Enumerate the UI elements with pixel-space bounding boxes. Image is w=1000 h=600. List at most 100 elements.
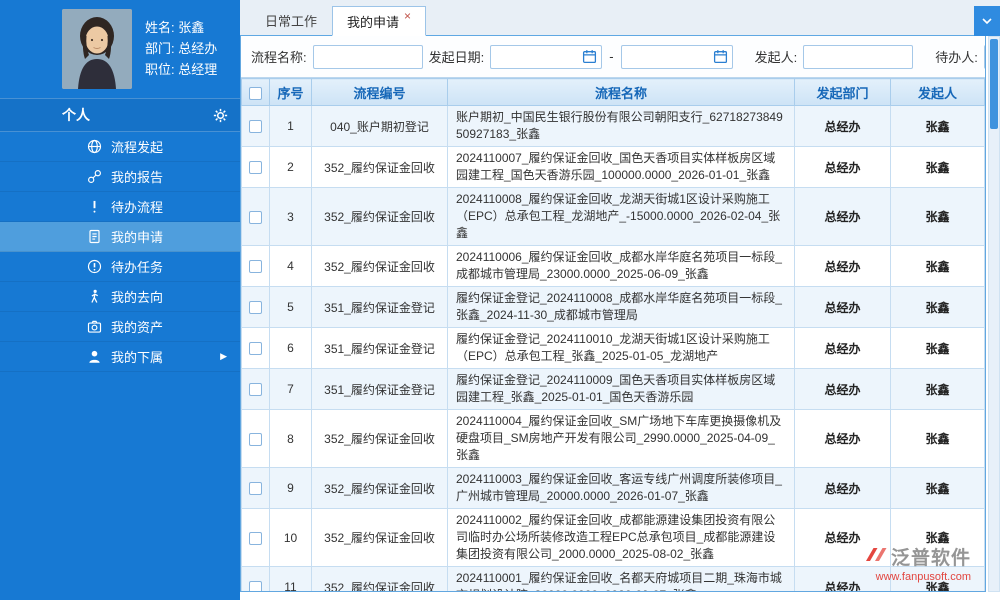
process-code: 352_履约保证金回收: [312, 246, 448, 287]
column-header: 流程编号: [312, 79, 448, 106]
tab-label: 日常工作: [265, 11, 317, 30]
sidebar-item-label: 我的去向: [111, 287, 163, 306]
calendar-icon[interactable]: [582, 49, 598, 65]
profile-name: 姓名: 张鑫: [145, 17, 217, 38]
initiator-label: 发起人:: [755, 47, 798, 66]
initiator: 张鑫: [891, 328, 985, 369]
table-row[interactable]: 4 352_履约保证金回收 2024110006_履约保证金回收_成都水岸华庭名…: [242, 246, 985, 287]
process-name: 2024110006_履约保证金回收_成都水岸华庭名苑项目一标段_成都城市管理局…: [448, 246, 795, 287]
row-checkbox[interactable]: [249, 581, 262, 591]
table-row[interactable]: 8 352_履约保证金回收 2024110004_履约保证金回收_SM广场地下车…: [242, 410, 985, 468]
table-row[interactable]: 11 352_履约保证金回收 2024110001_履约保证金回收_名都天府城项…: [242, 567, 985, 592]
content-body: 流程名称: 发起日期: -: [240, 36, 1000, 600]
tab-overflow-button[interactable]: [974, 6, 1000, 36]
tab-label: 我的申请: [347, 12, 399, 31]
row-number: 6: [270, 328, 312, 369]
content-panel: 流程名称: 发起日期: -: [240, 36, 986, 592]
assignee-input[interactable]: [984, 45, 985, 69]
gear-icon[interactable]: [213, 108, 228, 123]
sidebar-item[interactable]: 我的资产: [0, 312, 240, 342]
select-all-checkbox[interactable]: [249, 87, 262, 100]
row-checkbox[interactable]: [249, 260, 262, 273]
table-row[interactable]: 1 040_账户期初登记 账户期初_中国民生银行股份有限公司朝阳支行_62718…: [242, 106, 985, 147]
sidebar-section-personal[interactable]: 个人: [0, 98, 240, 132]
link-icon: [86, 169, 102, 185]
sidebar-item[interactable]: 我的报告: [0, 162, 240, 192]
row-number: 4: [270, 246, 312, 287]
initiator-input[interactable]: [803, 45, 913, 69]
row-checkbox[interactable]: [249, 532, 262, 545]
table-row[interactable]: 9 352_履约保证金回收 2024110003_履约保证金回收_客运专线广州调…: [242, 468, 985, 509]
row-number: 10: [270, 509, 312, 567]
process-code: 352_履约保证金回收: [312, 468, 448, 509]
sidebar-item[interactable]: 待办任务: [0, 252, 240, 282]
process-name: 2024110001_履约保证金回收_名都天府城项目二期_珠海市城市规划设计院_…: [448, 567, 795, 592]
close-icon[interactable]: ×: [404, 10, 411, 22]
row-number: 2: [270, 147, 312, 188]
table-body: 1 040_账户期初登记 账户期初_中国民生银行股份有限公司朝阳支行_62718…: [242, 106, 985, 592]
sidebar-item-label: 流程发起: [111, 137, 163, 156]
scrollbar-thumb[interactable]: [990, 39, 998, 129]
sidebar-item[interactable]: 我的去向: [0, 282, 240, 312]
row-number: 9: [270, 468, 312, 509]
process-name-input[interactable]: [313, 45, 423, 69]
initiator: 张鑫: [891, 509, 985, 567]
column-header: 发起部门: [795, 79, 891, 106]
sidebar-item[interactable]: 我的下属 ▶: [0, 342, 240, 372]
assignee-label: 待办人:: [935, 47, 978, 66]
select-all-cell: [242, 79, 270, 106]
row-checkbox[interactable]: [249, 482, 262, 495]
process-name: 2024110002_履约保证金回收_成都能源建设集团投资有限公司临时办公场所装…: [448, 509, 795, 567]
profile-info: 姓名: 张鑫 部门: 总经办 职位: 总经理: [145, 9, 217, 80]
globe-icon: [86, 139, 102, 155]
initiator: 张鑫: [891, 567, 985, 592]
row-checkbox[interactable]: [249, 301, 262, 314]
section-label: 个人: [62, 105, 90, 125]
table-header-row: 序号 流程编号 流程名称 发起部门 发起人: [242, 79, 985, 106]
row-checkbox[interactable]: [249, 211, 262, 224]
row-number: 1: [270, 106, 312, 147]
sidebar-item[interactable]: 我的申请: [0, 222, 240, 252]
process-name: 履约保证金登记_2024110010_龙湖天街城1区设计采购施工（EPC）总承包…: [448, 328, 795, 369]
sidebar: 姓名: 张鑫 部门: 总经办 职位: 总经理 个人 流程发起: [0, 0, 240, 600]
table-row[interactable]: 10 352_履约保证金回收 2024110002_履约保证金回收_成都能源建设…: [242, 509, 985, 567]
table-row[interactable]: 6 351_履约保证金登记 履约保证金登记_2024110010_龙湖天街城1区…: [242, 328, 985, 369]
avatar-photo: [62, 9, 132, 89]
table-row[interactable]: 5 351_履约保证金登记 履约保证金登记_2024110008_成都水岸华庭名…: [242, 287, 985, 328]
process-name: 2024110003_履约保证金回收_客运专线广州调度所装修项目_广州城市管理局…: [448, 468, 795, 509]
sidebar-item-label: 待办流程: [111, 197, 163, 216]
process-name: 账户期初_中国民生银行股份有限公司朝阳支行_627182738495092718…: [448, 106, 795, 147]
tab-bar: 日常工作 我的申请 ×: [240, 0, 1000, 36]
date-range-separator: -: [609, 49, 613, 64]
row-checkbox[interactable]: [249, 383, 262, 396]
sidebar-item[interactable]: 待办流程: [0, 192, 240, 222]
initiator: 张鑫: [891, 188, 985, 246]
tab[interactable]: 我的申请 ×: [332, 6, 426, 36]
doc-icon: [86, 229, 102, 245]
table-row[interactable]: 2 352_履约保证金回收 2024110007_履约保证金回收_国色天香项目实…: [242, 147, 985, 188]
process-name: 2024110008_履约保证金回收_龙湖天街城1区设计采购施工（EPC）总承包…: [448, 188, 795, 246]
calendar-icon[interactable]: [713, 49, 729, 65]
row-checkbox[interactable]: [249, 433, 262, 446]
row-number: 11: [270, 567, 312, 592]
row-checkbox[interactable]: [249, 120, 262, 133]
row-checkbox[interactable]: [249, 161, 262, 174]
camera-icon: [86, 319, 102, 335]
process-code: 351_履约保证金登记: [312, 287, 448, 328]
process-table-wrap: 序号 流程编号 流程名称 发起部门 发起人: [241, 78, 985, 591]
initiating-department: 总经办: [795, 468, 891, 509]
sidebar-item[interactable]: 流程发起: [0, 132, 240, 162]
row-number: 8: [270, 410, 312, 468]
process-code: 352_履约保证金回收: [312, 147, 448, 188]
column-header: 序号: [270, 79, 312, 106]
row-checkbox[interactable]: [249, 342, 262, 355]
initiating-department: 总经办: [795, 369, 891, 410]
vertical-scrollbar[interactable]: [988, 36, 1000, 592]
tab[interactable]: 日常工作: [250, 5, 332, 35]
table-row[interactable]: 3 352_履约保证金回收 2024110008_履约保证金回收_龙湖天街城1区…: [242, 188, 985, 246]
filter-bar: 流程名称: 发起日期: -: [241, 36, 985, 78]
chevron-right-icon: ▶: [220, 352, 227, 361]
table-row[interactable]: 7 351_履约保证金登记 履约保证金登记_2024110009_国色天香项目实…: [242, 369, 985, 410]
initiator: 张鑫: [891, 410, 985, 468]
initiating-department: 总经办: [795, 567, 891, 592]
